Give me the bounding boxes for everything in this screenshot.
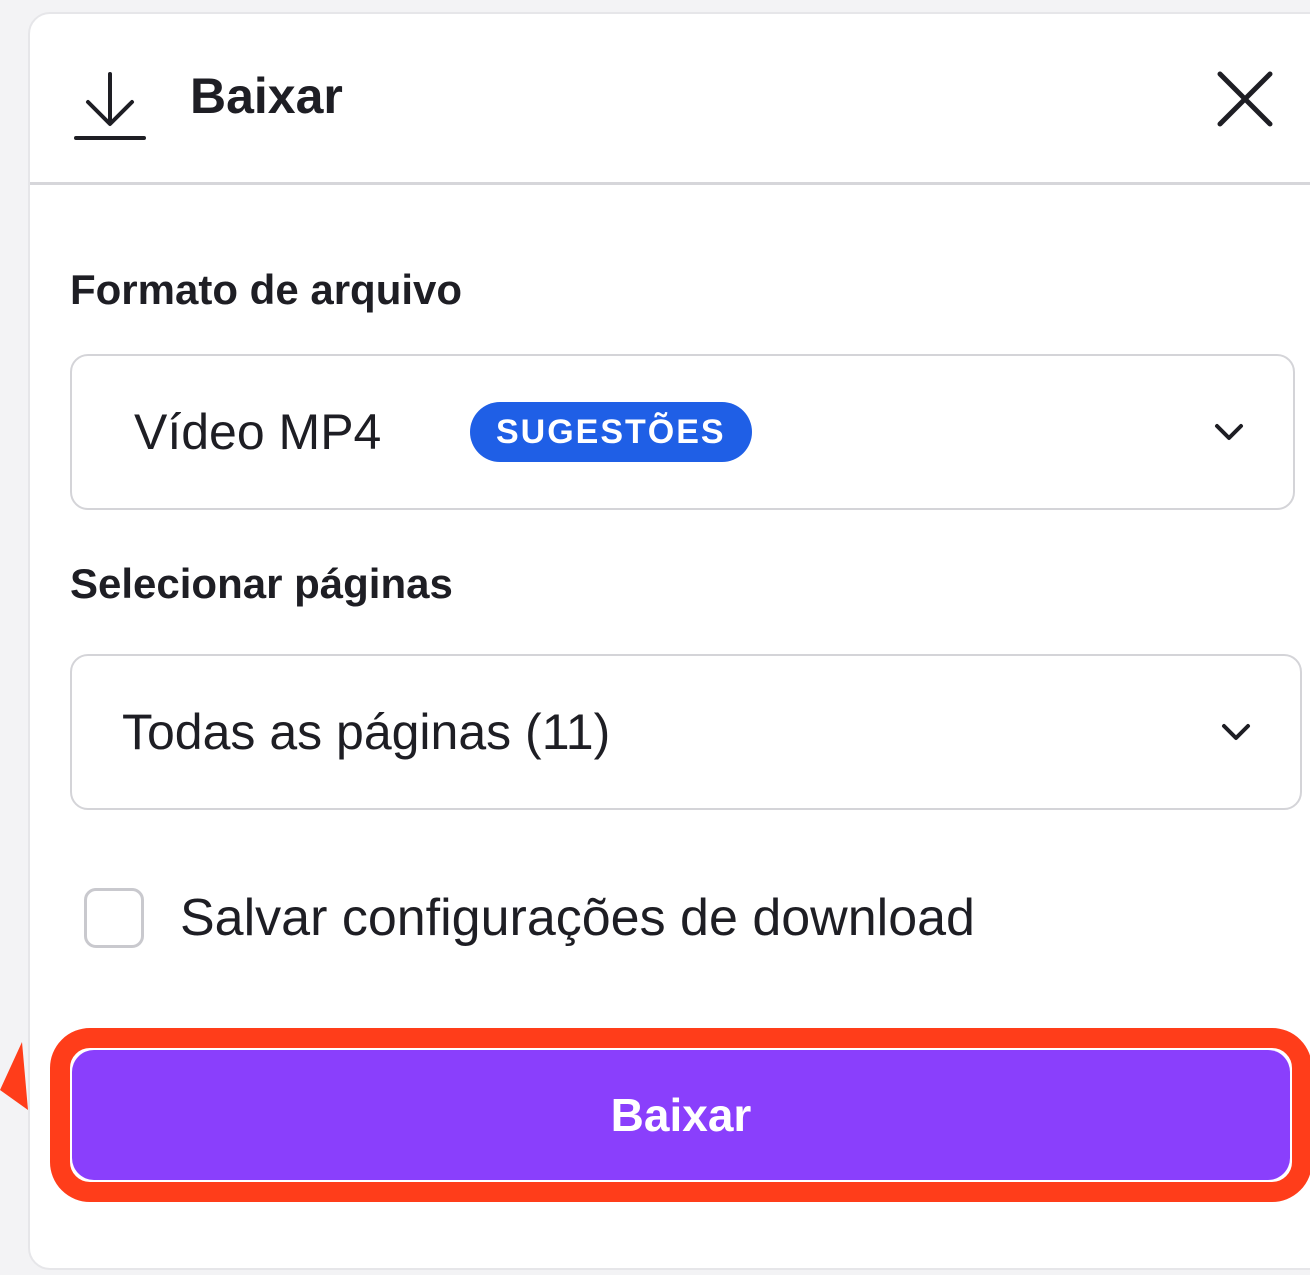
panel-header: Baixar (30, 14, 1310, 185)
save-settings-label[interactable]: Salvar configurações de download (180, 886, 975, 950)
download-icon (74, 72, 146, 140)
pages-label: Selecionar páginas (70, 560, 453, 607)
pages-select[interactable]: Todas as páginas (11) (70, 654, 1302, 810)
file-format-value: Vídeo MP4 (134, 404, 382, 460)
file-format-select[interactable]: Vídeo MP4 SUGESTÕES (70, 354, 1295, 510)
save-settings-checkbox[interactable] (84, 888, 144, 948)
file-format-label: Formato de arquivo (70, 266, 463, 313)
annotation-arrow (0, 1042, 28, 1110)
suggestion-badge: SUGESTÕES (470, 402, 752, 462)
download-panel: Baixar Formato de arquivo Vídeo MP4 SUGE… (28, 12, 1310, 1270)
close-icon[interactable] (1210, 64, 1280, 134)
download-button[interactable]: Baixar (72, 1050, 1290, 1180)
save-settings-row: Salvar configurações de download (84, 876, 1184, 956)
chevron-down-icon (1222, 724, 1250, 740)
pages-value: Todas as páginas (11) (122, 704, 611, 760)
panel-title: Baixar (190, 68, 343, 124)
chevron-down-icon (1215, 424, 1243, 440)
